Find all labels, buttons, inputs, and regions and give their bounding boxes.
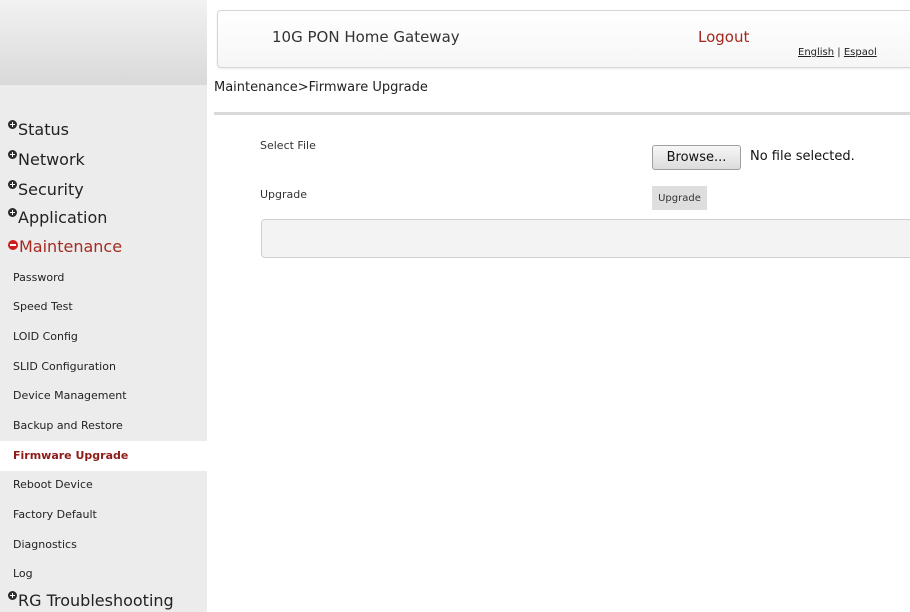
sidebar-item-device-management[interactable]: Device Management xyxy=(13,389,127,402)
nav-network[interactable]: Network xyxy=(8,150,85,169)
logout-link[interactable]: Logout xyxy=(698,28,749,46)
nav-status-label: Status xyxy=(18,120,69,139)
plus-icon xyxy=(8,208,17,217)
sidebar-item-slid-configuration[interactable]: SLID Configuration xyxy=(13,360,116,373)
sidebar-item-firmware-upgrade[interactable]: Firmware Upgrade xyxy=(13,449,128,462)
sidebar-item-factory-default[interactable]: Factory Default xyxy=(13,508,97,521)
sidebar-item-speed-test[interactable]: Speed Test xyxy=(13,300,73,313)
lang-english-link[interactable]: English xyxy=(798,47,834,58)
sidebar-item-backup-and-restore[interactable]: Backup and Restore xyxy=(13,419,123,432)
plus-icon xyxy=(8,591,17,600)
sidebar-item-reboot-device[interactable]: Reboot Device xyxy=(13,478,93,491)
divider xyxy=(214,112,910,115)
app-title: 10G PON Home Gateway xyxy=(272,28,460,46)
nav-application[interactable]: Application xyxy=(8,208,107,227)
nav-network-label: Network xyxy=(18,150,85,169)
sidebar: Status Network Security Application Main… xyxy=(0,0,207,612)
minus-icon xyxy=(8,239,18,250)
file-status-text: No file selected. xyxy=(750,149,855,164)
nav-rg-troubleshooting[interactable]: RG Troubleshooting xyxy=(8,591,174,610)
logo-area xyxy=(0,0,207,85)
breadcrumb: Maintenance>Firmware Upgrade xyxy=(214,80,428,95)
nav-security-label: Security xyxy=(18,180,84,199)
upgrade-button[interactable]: Upgrade xyxy=(652,186,707,210)
upgrade-label: Upgrade xyxy=(260,188,308,201)
sidebar-item-diagnostics[interactable]: Diagnostics xyxy=(13,538,77,551)
plus-icon xyxy=(8,120,17,129)
browse-button[interactable]: Browse... xyxy=(652,145,741,170)
nav-security[interactable]: Security xyxy=(8,180,84,199)
language-switcher: English | Espaol xyxy=(798,47,877,58)
lang-espanol-link[interactable]: Espaol xyxy=(844,47,877,58)
plus-icon xyxy=(8,150,17,159)
nav-status[interactable]: Status xyxy=(8,120,69,139)
nav-application-label: Application xyxy=(18,208,108,227)
select-file-label: Select File xyxy=(260,139,316,152)
header-bar: 10G PON Home Gateway Logout English | Es… xyxy=(217,10,910,68)
sidebar-item-log[interactable]: Log xyxy=(13,567,33,580)
upgrade-status-box xyxy=(261,219,910,258)
nav-maintenance[interactable]: Maintenance xyxy=(8,237,122,256)
lang-separator: | xyxy=(834,47,844,58)
nav-maintenance-label: Maintenance xyxy=(19,237,123,256)
sidebar-item-password[interactable]: Password xyxy=(13,271,64,284)
sidebar-item-loid-config[interactable]: LOID Config xyxy=(13,330,78,343)
nav-rg-troubleshooting-label: RG Troubleshooting xyxy=(18,591,174,610)
plus-icon xyxy=(8,180,17,189)
